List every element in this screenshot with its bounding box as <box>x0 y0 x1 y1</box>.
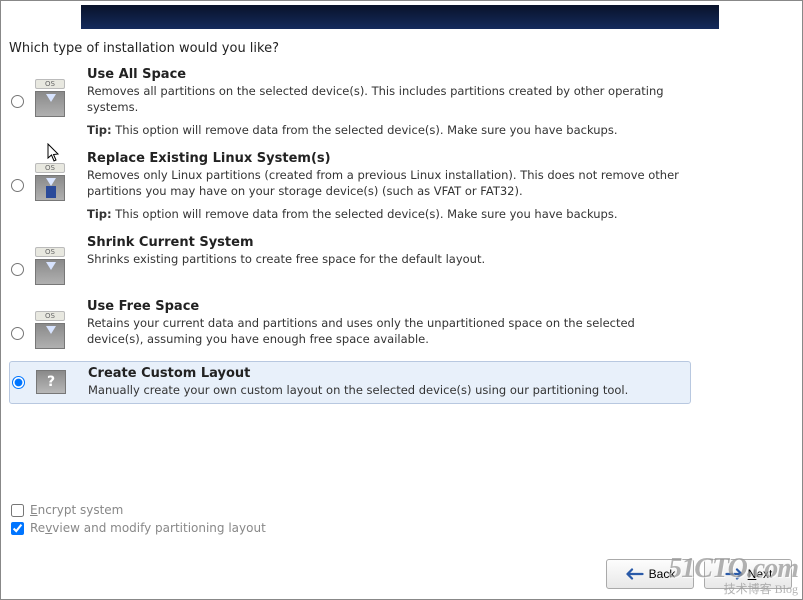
arrow-left-icon <box>625 568 645 580</box>
question-icon: ? <box>36 370 66 394</box>
option-shrink[interactable]: OS Shrink Current System Shrinks existin… <box>9 233 691 287</box>
header-banner <box>81 5 719 29</box>
options-group: OS Use All Space Removes all partitions … <box>9 65 691 414</box>
disk-icon: OS <box>35 163 65 201</box>
option-tip: Tip: This option will remove data from t… <box>87 207 689 221</box>
option-title: Create Custom Layout <box>88 366 688 381</box>
disk-icon: OS <box>35 247 65 285</box>
option-use-free[interactable]: OS Use Free Space Retains your current d… <box>9 297 691 351</box>
checkbox-review-input[interactable] <box>11 522 24 535</box>
option-desc: Manually create your own custom layout o… <box>88 383 688 399</box>
option-desc: Shrinks existing partitions to create fr… <box>87 252 689 268</box>
option-use-all-space[interactable]: OS Use All Space Removes all partitions … <box>9 65 691 139</box>
radio-shrink[interactable] <box>11 263 24 276</box>
radio-use-free[interactable] <box>11 327 24 340</box>
checkbox-encrypt-input[interactable] <box>11 504 24 517</box>
nav-buttons: Back Next <box>606 559 792 589</box>
question-text: Which type of installation would you lik… <box>9 41 279 56</box>
next-button[interactable]: Next <box>704 559 792 589</box>
option-title: Shrink Current System <box>87 235 689 250</box>
installer-panel: Which type of installation would you lik… <box>0 0 803 600</box>
option-replace-existing[interactable]: OS Replace Existing Linux System(s) Remo… <box>9 149 691 223</box>
option-desc: Retains your current data and partitions… <box>87 316 689 347</box>
option-title: Replace Existing Linux System(s) <box>87 151 689 166</box>
option-tip: Tip: This option will remove data from t… <box>87 123 689 137</box>
back-button[interactable]: Back <box>606 559 694 589</box>
checkbox-encrypt-system[interactable]: Encrypt system <box>11 503 266 517</box>
option-title: Use All Space <box>87 67 689 82</box>
radio-use-all-space[interactable] <box>11 95 24 108</box>
option-title: Use Free Space <box>87 299 689 314</box>
radio-create-custom-layout[interactable] <box>12 376 25 389</box>
option-create-custom-layout[interactable]: ? Create Custom Layout Manually create y… <box>9 361 691 404</box>
option-desc: Removes all partitions on the selected d… <box>87 84 689 115</box>
disk-icon: OS <box>35 79 65 117</box>
checkbox-review-layout[interactable]: Revview and modify partitioning layout <box>11 521 266 535</box>
bottom-options: Encrypt system Revview and modify partit… <box>11 503 266 539</box>
arrow-right-icon <box>724 568 744 580</box>
option-desc: Removes only Linux partitions (created f… <box>87 168 689 199</box>
radio-replace-existing[interactable] <box>11 179 24 192</box>
disk-icon: OS <box>35 311 65 349</box>
